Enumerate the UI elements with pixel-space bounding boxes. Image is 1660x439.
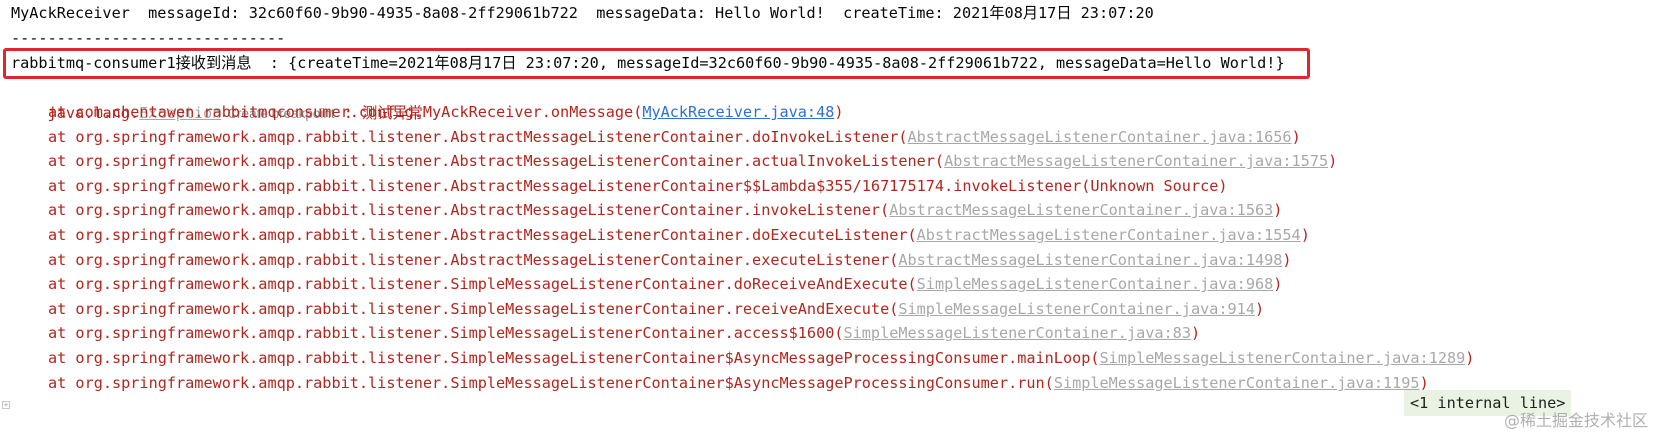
received-message-line: rabbitmq-consumer1接收到消息 : {createTime=20… bbox=[11, 54, 1285, 72]
stack-frame-close-paren: ) bbox=[1300, 226, 1310, 244]
stack-frame-method: at org.springframework.amqp.rabbit.liste… bbox=[48, 251, 899, 269]
stack-frame-close-paren: ) bbox=[1282, 251, 1292, 269]
stack-frame-method: at com.chentawen.rabbitmqconsumer.config… bbox=[48, 103, 643, 121]
console-output: MyAckReceiver messageId: 32c60f60-9b90-4… bbox=[0, 0, 1660, 439]
stack-frame-method: at org.springframework.amqp.rabbit.liste… bbox=[48, 275, 917, 293]
receiver-log-line: MyAckReceiver messageId: 32c60f60-9b90-4… bbox=[11, 4, 1154, 22]
stack-frame-close-paren: ) bbox=[1273, 275, 1283, 293]
source-file-link[interactable]: SimpleMessageListenerContainer.java:914 bbox=[898, 300, 1255, 318]
stack-frame-close-paren: ) bbox=[1273, 201, 1283, 219]
stack-frame-close-paren: ) bbox=[1254, 300, 1265, 318]
source-file-link[interactable]: AbstractMessageListenerContainer.java:16… bbox=[908, 128, 1292, 146]
stack-frame-close-paren: ) bbox=[1328, 152, 1338, 170]
stack-frame-close-paren: ) bbox=[834, 103, 844, 121]
stack-frame: at com.chentawen.rabbitmqconsumer.config… bbox=[48, 99, 844, 125]
source-file-link[interactable]: AbstractMessageListenerContainer.java:14… bbox=[898, 251, 1282, 269]
source-file-link[interactable]: SimpleMessageListenerContainer.java:968 bbox=[917, 275, 1274, 293]
stack-frame: at org.springframework.amqp.rabbit.liste… bbox=[48, 320, 1200, 346]
stack-frame-method: at org.springframework.amqp.rabbit.liste… bbox=[48, 324, 844, 342]
source-file-link[interactable]: SimpleMessageListenerContainer.java:1289 bbox=[1100, 349, 1466, 367]
stack-frame: at org.springframework.amqp.rabbit.liste… bbox=[48, 148, 1337, 174]
stack-frame-close-paren: ) bbox=[1190, 324, 1201, 342]
stack-frame-method: at org.springframework.amqp.rabbit.liste… bbox=[48, 201, 890, 219]
watermark: @稀土掘金技术社区 bbox=[1503, 411, 1648, 430]
stack-frame-method: at org.springframework.amqp.rabbit.liste… bbox=[48, 226, 917, 244]
stack-frame-method: at org.springframework.amqp.rabbit.liste… bbox=[48, 177, 1228, 195]
stack-frame-method: at org.springframework.amqp.rabbit.liste… bbox=[48, 152, 945, 170]
source-file-link[interactable]: SimpleMessageListenerContainer.java:83 bbox=[844, 324, 1191, 342]
stack-frame-close-paren: ) bbox=[1465, 349, 1475, 367]
stack-frame-method: at org.springframework.amqp.rabbit.liste… bbox=[48, 300, 899, 318]
source-file-link[interactable]: MyAckReceiver.java:48 bbox=[642, 103, 834, 121]
exception-line: java.lang.Exception Create breakpoint : 测… bbox=[11, 74, 423, 122]
fold-expand-icon[interactable]: + bbox=[2, 401, 10, 409]
stack-frame: at org.springframework.amqp.rabbit.liste… bbox=[48, 124, 1301, 150]
stack-frame: at org.springframework.amqp.rabbit.liste… bbox=[48, 173, 1228, 199]
source-file-link[interactable]: AbstractMessageListenerContainer.java:15… bbox=[944, 152, 1328, 170]
stack-frame: at org.springframework.amqp.rabbit.liste… bbox=[48, 345, 1474, 371]
source-file-link[interactable]: SimpleMessageListenerContainer.java:1195 bbox=[1054, 374, 1420, 392]
stack-frame-method: at org.springframework.amqp.rabbit.liste… bbox=[48, 374, 1054, 392]
stack-frame: at org.springframework.amqp.rabbit.liste… bbox=[48, 296, 1264, 322]
stack-frame-close-paren: ) bbox=[1291, 128, 1301, 146]
stack-frame: at org.springframework.amqp.rabbit.liste… bbox=[48, 271, 1282, 297]
stack-frame-method: at org.springframework.amqp.rabbit.liste… bbox=[48, 349, 1100, 367]
source-file-link[interactable]: AbstractMessageListenerContainer.java:15… bbox=[917, 226, 1301, 244]
stack-frame: at org.springframework.amqp.rabbit.liste… bbox=[48, 247, 1292, 273]
stack-frame: at org.springframework.amqp.rabbit.liste… bbox=[48, 222, 1310, 248]
stack-frame: at org.springframework.amqp.rabbit.liste… bbox=[48, 370, 1429, 396]
source-file-link[interactable]: AbstractMessageListenerContainer.java:15… bbox=[889, 201, 1273, 219]
stack-frame: at org.springframework.amqp.rabbit.liste… bbox=[48, 197, 1282, 223]
stack-frame-method: at org.springframework.amqp.rabbit.liste… bbox=[48, 128, 908, 146]
